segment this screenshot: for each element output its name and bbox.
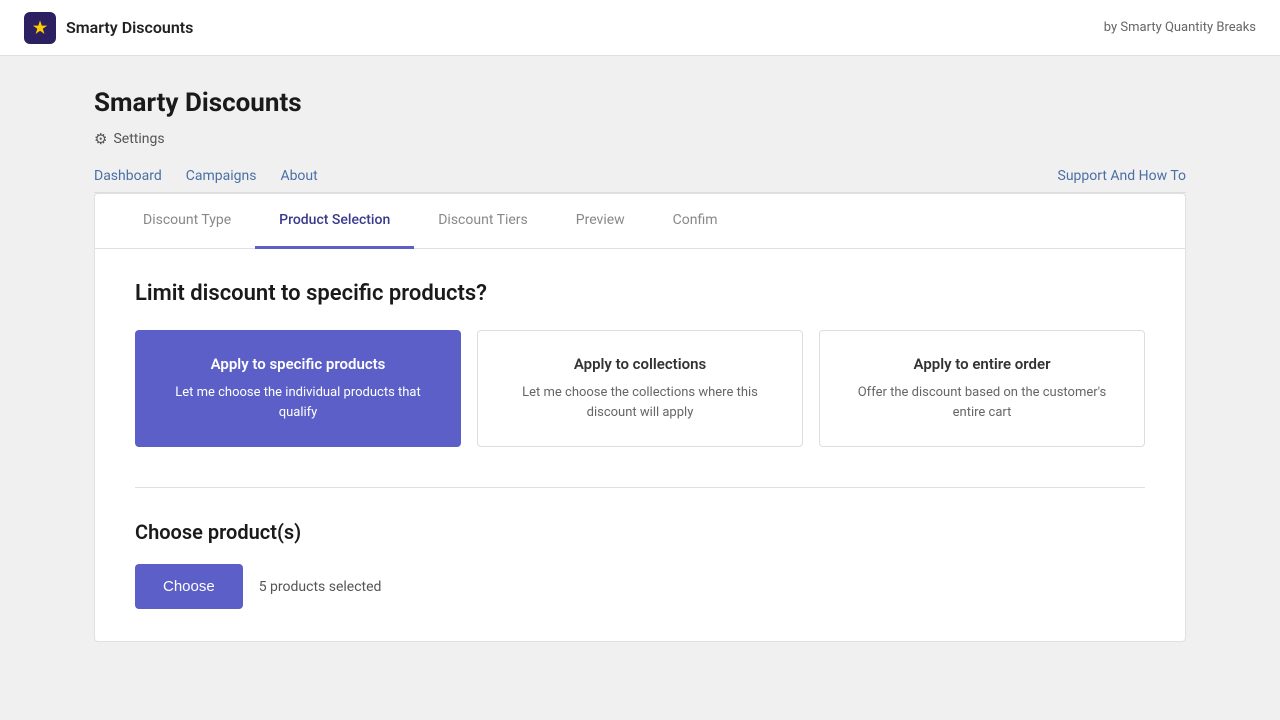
products-selected-label: 5 products selected — [259, 579, 382, 595]
option-cards: Apply to specific products Let me choose… — [135, 330, 1145, 447]
section-divider — [135, 487, 1145, 488]
tab-discount-type[interactable]: Discount Type — [119, 194, 255, 249]
page-heading: Smarty Discounts — [94, 88, 1186, 118]
option-entire-order-title: Apply to entire order — [840, 355, 1124, 373]
choose-section-title: Choose product(s) — [135, 520, 1145, 544]
section-title: Limit discount to specific products? — [135, 281, 1145, 306]
card-body: Limit discount to specific products? App… — [95, 249, 1185, 641]
settings-link[interactable]: ⚙ Settings — [94, 130, 1186, 148]
option-collections[interactable]: Apply to collections Let me choose the c… — [477, 330, 803, 447]
app-title: Smarty Discounts — [66, 18, 193, 37]
support-link[interactable]: Support And How To — [1058, 168, 1186, 184]
option-entire-order[interactable]: Apply to entire order Offer the discount… — [819, 330, 1145, 447]
by-line: by Smarty Quantity Breaks — [1104, 20, 1256, 35]
option-specific-products-desc: Let me choose the individual products th… — [156, 383, 440, 422]
app-icon: ★ — [24, 12, 56, 44]
page-content: Smarty Discounts ⚙ Settings Dashboard Ca… — [70, 56, 1210, 674]
tab-discount-tiers[interactable]: Discount Tiers — [414, 194, 552, 249]
tab-preview[interactable]: Preview — [552, 194, 649, 249]
option-collections-title: Apply to collections — [498, 355, 782, 373]
nav-link-about[interactable]: About — [280, 168, 317, 184]
option-collections-desc: Let me choose the collections where this… — [498, 383, 782, 422]
app-brand: ★ Smarty Discounts — [24, 12, 193, 44]
tab-product-selection[interactable]: Product Selection — [255, 194, 414, 249]
main-card: Discount Type Product Selection Discount… — [94, 193, 1186, 642]
option-specific-products[interactable]: Apply to specific products Let me choose… — [135, 330, 461, 447]
gear-icon: ⚙ — [94, 130, 107, 148]
option-entire-order-desc: Offer the discount based on the customer… — [840, 383, 1124, 422]
option-specific-products-title: Apply to specific products — [156, 355, 440, 373]
nav-links-left: Dashboard Campaigns About — [94, 168, 318, 184]
nav-links: Dashboard Campaigns About Support And Ho… — [94, 168, 1186, 193]
nav-link-dashboard[interactable]: Dashboard — [94, 168, 162, 184]
top-bar: ★ Smarty Discounts by Smarty Quantity Br… — [0, 0, 1280, 56]
tab-confirm[interactable]: Confim — [649, 194, 742, 249]
nav-link-campaigns[interactable]: Campaigns — [186, 168, 257, 184]
choose-button[interactable]: Choose — [135, 564, 243, 609]
settings-label: Settings — [113, 131, 164, 147]
choose-row: Choose 5 products selected — [135, 564, 1145, 609]
app-icon-letter: ★ — [33, 18, 47, 37]
tabs: Discount Type Product Selection Discount… — [95, 194, 1185, 249]
